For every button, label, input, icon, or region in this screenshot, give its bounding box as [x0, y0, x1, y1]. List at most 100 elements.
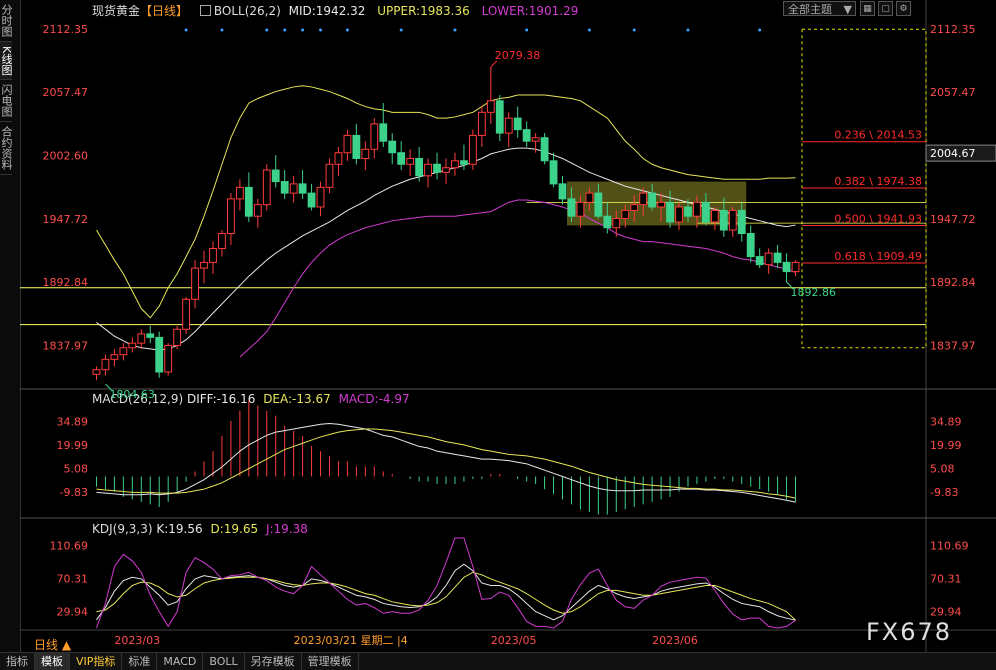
candle-body	[253, 204, 262, 217]
tab-timeshare[interactable]: 分时图	[0, 0, 13, 42]
candle-body	[128, 342, 137, 349]
consolidation-box	[566, 181, 747, 226]
macd-tick-label: 34.89	[930, 415, 962, 428]
candle-body	[325, 163, 334, 188]
btab-save-template[interactable]: 另存模板	[245, 653, 302, 670]
sidebar-tabs: 分时图 K线图 闪电图 合约资料	[0, 0, 21, 652]
candle-body	[343, 134, 352, 154]
tab-contract-info[interactable]: 合约资料	[0, 122, 13, 176]
price-tick-label-left: 1947.72	[43, 213, 89, 226]
btab-macd[interactable]: MACD	[157, 653, 204, 670]
high-price-label: 2079.38	[495, 49, 541, 62]
fib-level-label: 0.500 \ 1941.93	[834, 213, 922, 226]
candle-body	[746, 233, 755, 258]
candle-body	[791, 261, 800, 273]
macd-dea-line	[96, 428, 796, 499]
signal-marker	[301, 28, 305, 32]
candle-body	[227, 198, 235, 235]
candle-body	[531, 137, 540, 142]
candle-body	[92, 369, 101, 375]
kdj-k-line	[96, 563, 796, 621]
fib-level-label: 0.618 \ 1909.49	[834, 250, 922, 263]
macd-tick-label-left: 5.08	[64, 462, 89, 475]
candle-body	[666, 201, 674, 223]
price-tick-label-left: 2002.60	[43, 149, 89, 162]
x-tick-label: 2023/06	[652, 634, 698, 647]
candle-body	[173, 328, 182, 346]
kdj-tick-label: 110.69	[930, 540, 969, 553]
candle-body	[209, 248, 217, 263]
macd-tick-label: 19.99	[930, 439, 962, 452]
btab-indicator[interactable]: 指标	[0, 653, 35, 670]
btab-boll[interactable]: BOLL	[203, 653, 245, 670]
macd-tick-label: 5.08	[930, 462, 955, 475]
candle-body	[460, 160, 468, 165]
candle-body	[540, 137, 549, 162]
candle-body	[316, 186, 325, 208]
btab-template[interactable]: 模板	[35, 653, 70, 670]
candle-body	[657, 201, 665, 208]
current-price-value: 2004.67	[930, 147, 976, 160]
signal-marker	[399, 28, 403, 32]
price-tick-label-left: 2112.35	[43, 23, 89, 36]
candle-body	[585, 192, 594, 203]
macd-tick-label: -9.83	[930, 486, 958, 499]
low-price-label: 1892.86	[791, 286, 837, 299]
candle-body	[495, 100, 504, 134]
candle-body	[191, 267, 199, 300]
candle-body	[397, 152, 406, 165]
candle-body	[415, 157, 424, 177]
btab-manage-template[interactable]: 管理模板	[302, 653, 359, 670]
btab-vip-indicator[interactable]: VIP指标	[70, 653, 123, 670]
price-tick-label: 1837.97	[930, 339, 976, 352]
price-tick-label: 1892.84	[930, 276, 976, 289]
signal-marker	[686, 28, 690, 32]
candle-body	[137, 333, 146, 344]
bottom-toolbar: 指标 模板 VIP指标 标准 MACD BOLL 另存模板 管理模板	[0, 652, 996, 670]
macd-tick-label-left: -9.83	[60, 486, 88, 499]
candle-body	[370, 123, 379, 150]
candle-body	[164, 344, 173, 373]
candle-body	[639, 192, 648, 206]
candle-body	[504, 117, 513, 134]
candle-body	[280, 181, 289, 194]
candle-body	[119, 347, 128, 356]
candle-body	[693, 201, 701, 217]
candle-body	[442, 167, 450, 173]
fib-level-label: 0.236 \ 2014.53	[834, 129, 922, 142]
candle-body	[200, 261, 208, 269]
candle-body	[155, 336, 164, 373]
candle-body	[513, 117, 522, 131]
candle-body	[361, 148, 370, 159]
low-price-label: 1804.63	[109, 388, 155, 401]
price-tick-label: 2057.47	[930, 86, 976, 99]
candle-body	[782, 261, 791, 273]
signal-marker	[319, 28, 323, 32]
candle-body	[334, 152, 343, 165]
candle-body	[764, 252, 773, 266]
period-selector[interactable]: 日线 ▲	[34, 636, 71, 653]
fib-level-label: 0.382 \ 1974.38	[834, 175, 922, 188]
candle-body	[235, 186, 244, 200]
kdj-tick-label: 70.31	[930, 573, 962, 586]
signal-marker	[283, 28, 287, 32]
candle-body	[110, 354, 119, 360]
candle-body	[621, 209, 630, 220]
price-tick-label-left: 1892.84	[43, 276, 89, 289]
signal-marker	[632, 28, 636, 32]
candle-body	[594, 192, 603, 217]
kdj-tick-label: 29.94	[930, 606, 962, 619]
tab-kline[interactable]: K线图	[0, 42, 13, 81]
candle-body	[379, 123, 388, 142]
candle-body	[289, 183, 298, 194]
price-tick-label-left: 2057.47	[43, 86, 89, 99]
x-tick-label: 2023/03	[114, 634, 160, 647]
chart-canvas[interactable]: 0.236 \ 2014.53 0.382 \ 1974.38 0.500 \ 19…	[20, 0, 996, 652]
tab-flash-chart[interactable]: 闪电图	[0, 80, 13, 123]
signal-marker	[265, 28, 269, 32]
macd-tick-label-left: 34.89	[57, 415, 89, 428]
crosshair-date-label: 2023/03/21 星期二 |4	[294, 634, 408, 647]
btab-standard[interactable]: 标准	[122, 653, 158, 670]
candle-body	[737, 209, 746, 235]
candle-body	[433, 163, 441, 173]
